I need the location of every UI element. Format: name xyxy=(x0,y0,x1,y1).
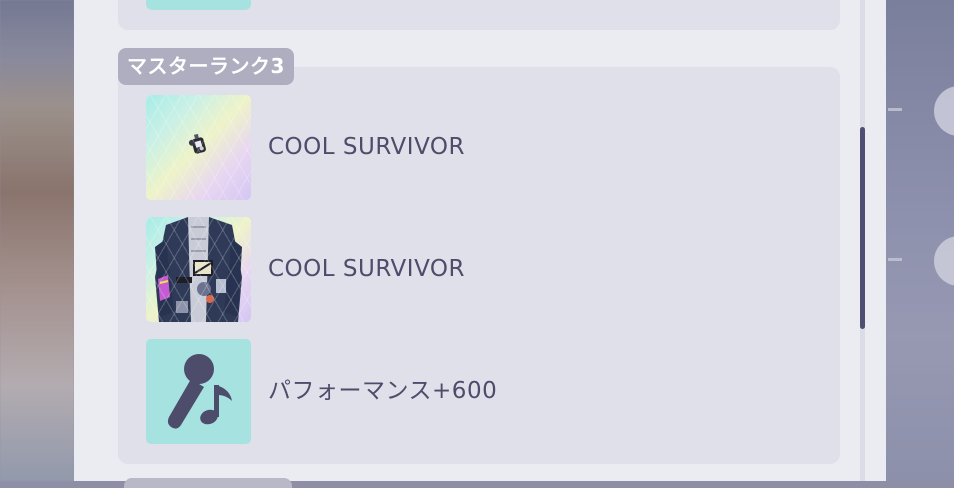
reward-item[interactable]: COOL SURVIVOR xyxy=(146,217,826,322)
reward-name: COOL SURVIVOR xyxy=(268,256,465,282)
reward-name: パフォーマンス+600 xyxy=(268,378,498,404)
reward-thumbnail xyxy=(146,339,251,444)
accessory-badge-icon xyxy=(188,133,206,154)
reward-thumbnail xyxy=(146,0,251,10)
reward-item[interactable]: パフォーマンス+600 xyxy=(146,339,826,444)
reward-name: COOL SURVIVOR xyxy=(268,134,465,160)
scrollbar-thumb[interactable] xyxy=(860,127,865,329)
background-scene-right xyxy=(886,0,954,481)
microphone-note-icon xyxy=(167,354,232,429)
rank-label: マスターランク3 xyxy=(118,48,294,85)
reward-thumbnail xyxy=(146,217,251,322)
reward-item[interactable]: COOL SURVIVOR xyxy=(146,95,826,200)
background-button xyxy=(934,86,954,136)
previous-rank-section xyxy=(118,0,840,30)
background-dash xyxy=(888,108,902,111)
reward-thumbnail xyxy=(146,95,251,200)
jacket-costume-icon xyxy=(155,217,242,322)
background-button xyxy=(934,236,954,286)
background-dash xyxy=(888,258,902,261)
background-scene-left xyxy=(0,0,74,481)
next-rank-label xyxy=(124,478,292,488)
